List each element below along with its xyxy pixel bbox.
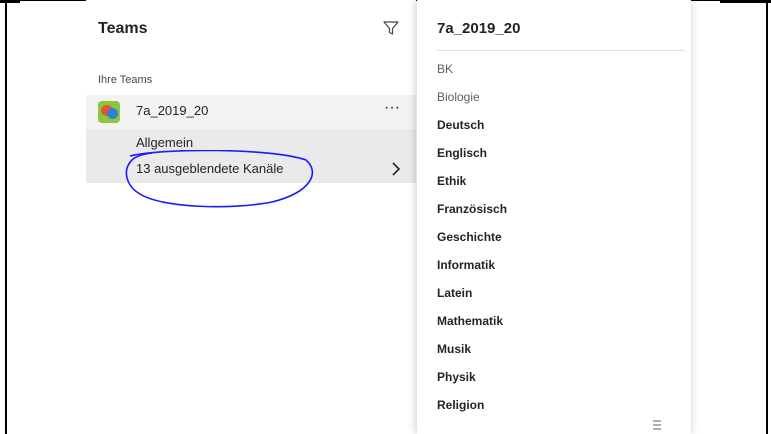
divider (437, 50, 685, 51)
channel-item-englisch[interactable]: Englisch (437, 146, 487, 160)
channel-general[interactable]: Allgemein (136, 135, 193, 150)
channel-item-physik[interactable]: Physik (437, 370, 476, 384)
channel-item-mathematik[interactable]: Mathematik (437, 314, 503, 328)
hidden-channels-link[interactable]: 13 ausgeblendete Kanäle (136, 161, 283, 176)
channel-item-latein[interactable]: Latein (437, 286, 472, 300)
hidden-channels-flyout: 7a_2019_20 BK Biologie Deutsch Englisch … (417, 0, 691, 434)
channel-item-biologie[interactable]: Biologie (437, 90, 480, 104)
section-label-your-teams: Ihre Teams (98, 74, 153, 86)
teams-panel: Teams Ihre Teams 7a_2019_20 ··· Allgemei… (86, 0, 416, 434)
frame-right-border (766, 0, 768, 434)
team-avatar (98, 101, 120, 123)
filter-icon[interactable] (382, 19, 400, 37)
channel-item-bk[interactable]: BK (437, 62, 453, 76)
frame-tick (0, 0, 20, 3)
team-name: 7a_2019_20 (136, 103, 209, 118)
avatar-bubble (107, 108, 118, 119)
chevron-right-icon[interactable] (390, 161, 402, 177)
frame-left-border (5, 0, 7, 434)
more-options-icon[interactable]: ··· (382, 100, 402, 119)
teams-header: Teams (98, 20, 148, 37)
channel-item-franzoesisch[interactable]: Französisch (437, 202, 507, 216)
flyout-title: 7a_2019_20 (437, 20, 521, 37)
team-item-7a-2019-20[interactable]: 7a_2019_20 ··· (86, 95, 416, 129)
channel-item-deutsch[interactable]: Deutsch (437, 118, 484, 132)
channel-item-geschichte[interactable]: Geschichte (437, 230, 502, 244)
channel-item-ethik[interactable]: Ethik (437, 174, 466, 188)
frame-tick (720, 0, 771, 3)
channels-list: Allgemein 13 ausgeblendete Kanäle (86, 129, 416, 183)
list-icon (653, 420, 661, 430)
channel-item-musik[interactable]: Musik (437, 342, 471, 356)
channel-item-religion[interactable]: Religion (437, 398, 484, 412)
channel-item-informatik[interactable]: Informatik (437, 258, 495, 272)
